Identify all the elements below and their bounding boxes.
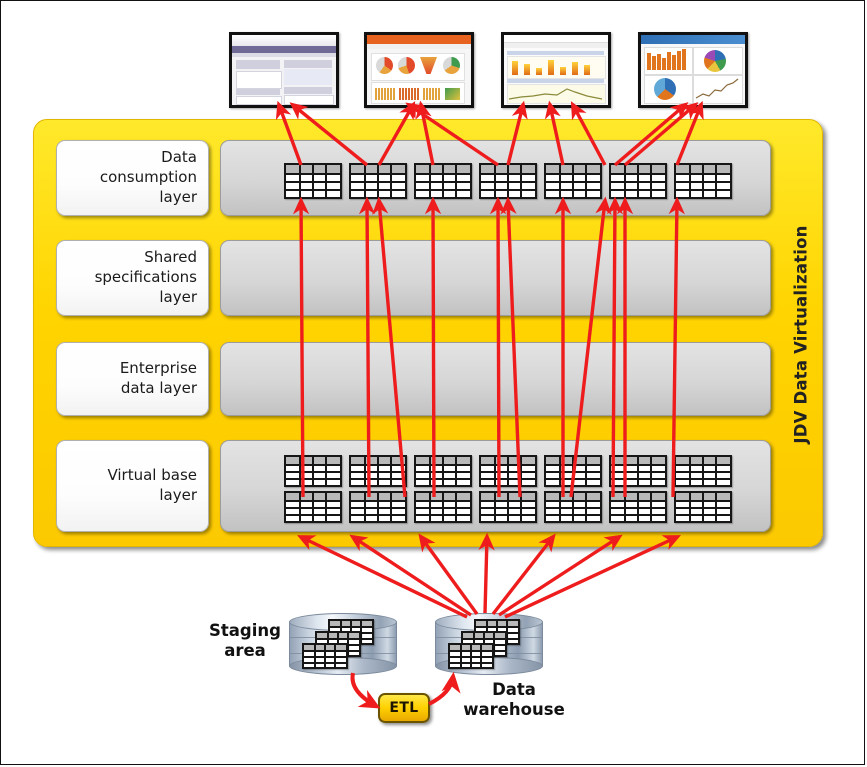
data-warehouse-label-text: Data warehouse xyxy=(463,680,565,719)
layer-enterprise-data: Enterprise data layer xyxy=(34,342,822,416)
diagram-canvas: JDV Data Virtualization Data consumption l… xyxy=(0,0,865,765)
layer-data-consumption: Data consumption layer xyxy=(34,140,822,216)
table-icon xyxy=(414,455,472,487)
staging-area-cylinder xyxy=(289,613,397,675)
layer-virtual-base: Virtual base layer xyxy=(34,440,822,532)
layer-body-virtual-base xyxy=(220,440,771,532)
etl-label-text: ETL xyxy=(389,700,419,716)
table-icon xyxy=(479,455,537,487)
table-icon xyxy=(414,491,472,523)
table-icon xyxy=(479,491,537,523)
table-icon xyxy=(544,491,602,523)
table-icon xyxy=(349,491,407,523)
table-icon xyxy=(674,455,732,487)
layer-shared-specifications: Shared specifications layer xyxy=(34,240,822,316)
layer-label-virtual-base: Virtual base layer xyxy=(56,440,209,532)
layer-label-text: Enterprise data layer xyxy=(119,359,197,397)
layer-body-data-consumption xyxy=(220,140,771,216)
layer-body-enterprise-data xyxy=(220,342,771,416)
dashboard-thumbnail-2 xyxy=(364,32,474,108)
table-icon xyxy=(448,643,494,669)
table-icon xyxy=(349,163,407,199)
layer-label-text: Shared specifications layer xyxy=(94,248,197,306)
table-icon xyxy=(284,455,342,487)
layer-label-enterprise-data: Enterprise data layer xyxy=(56,342,209,416)
etl-box: ETL xyxy=(378,693,430,723)
table-icon xyxy=(674,163,732,199)
table-icon xyxy=(674,491,732,523)
table-icon xyxy=(284,491,342,523)
layer-label-shared-specifications: Shared specifications layer xyxy=(56,240,209,316)
table-icon xyxy=(414,163,472,199)
data-warehouse-cylinder xyxy=(435,613,543,675)
staging-area-label: Staging area xyxy=(199,621,291,661)
dashboard-thumbnail-1 xyxy=(229,32,339,108)
table-icon xyxy=(544,163,602,199)
data-warehouse-label: Data warehouse xyxy=(449,680,579,720)
dashboard-thumbnail-4 xyxy=(638,32,748,108)
table-icon xyxy=(284,163,342,199)
layer-label-data-consumption: Data consumption layer xyxy=(56,140,209,216)
table-icon xyxy=(302,643,348,669)
layer-label-text: Virtual base layer xyxy=(107,466,197,504)
table-icon xyxy=(544,455,602,487)
table-icon xyxy=(349,455,407,487)
staging-area-label-text: Staging area xyxy=(209,621,281,660)
layer-body-shared-specifications xyxy=(220,240,771,316)
jdv-container: JDV Data Virtualization Data consumption l… xyxy=(33,119,823,547)
dashboard-thumbnail-3 xyxy=(501,32,611,108)
table-icon xyxy=(609,163,667,199)
table-icon xyxy=(609,491,667,523)
table-icon xyxy=(609,455,667,487)
table-icon xyxy=(479,163,537,199)
layer-label-text: Data consumption layer xyxy=(99,148,197,206)
